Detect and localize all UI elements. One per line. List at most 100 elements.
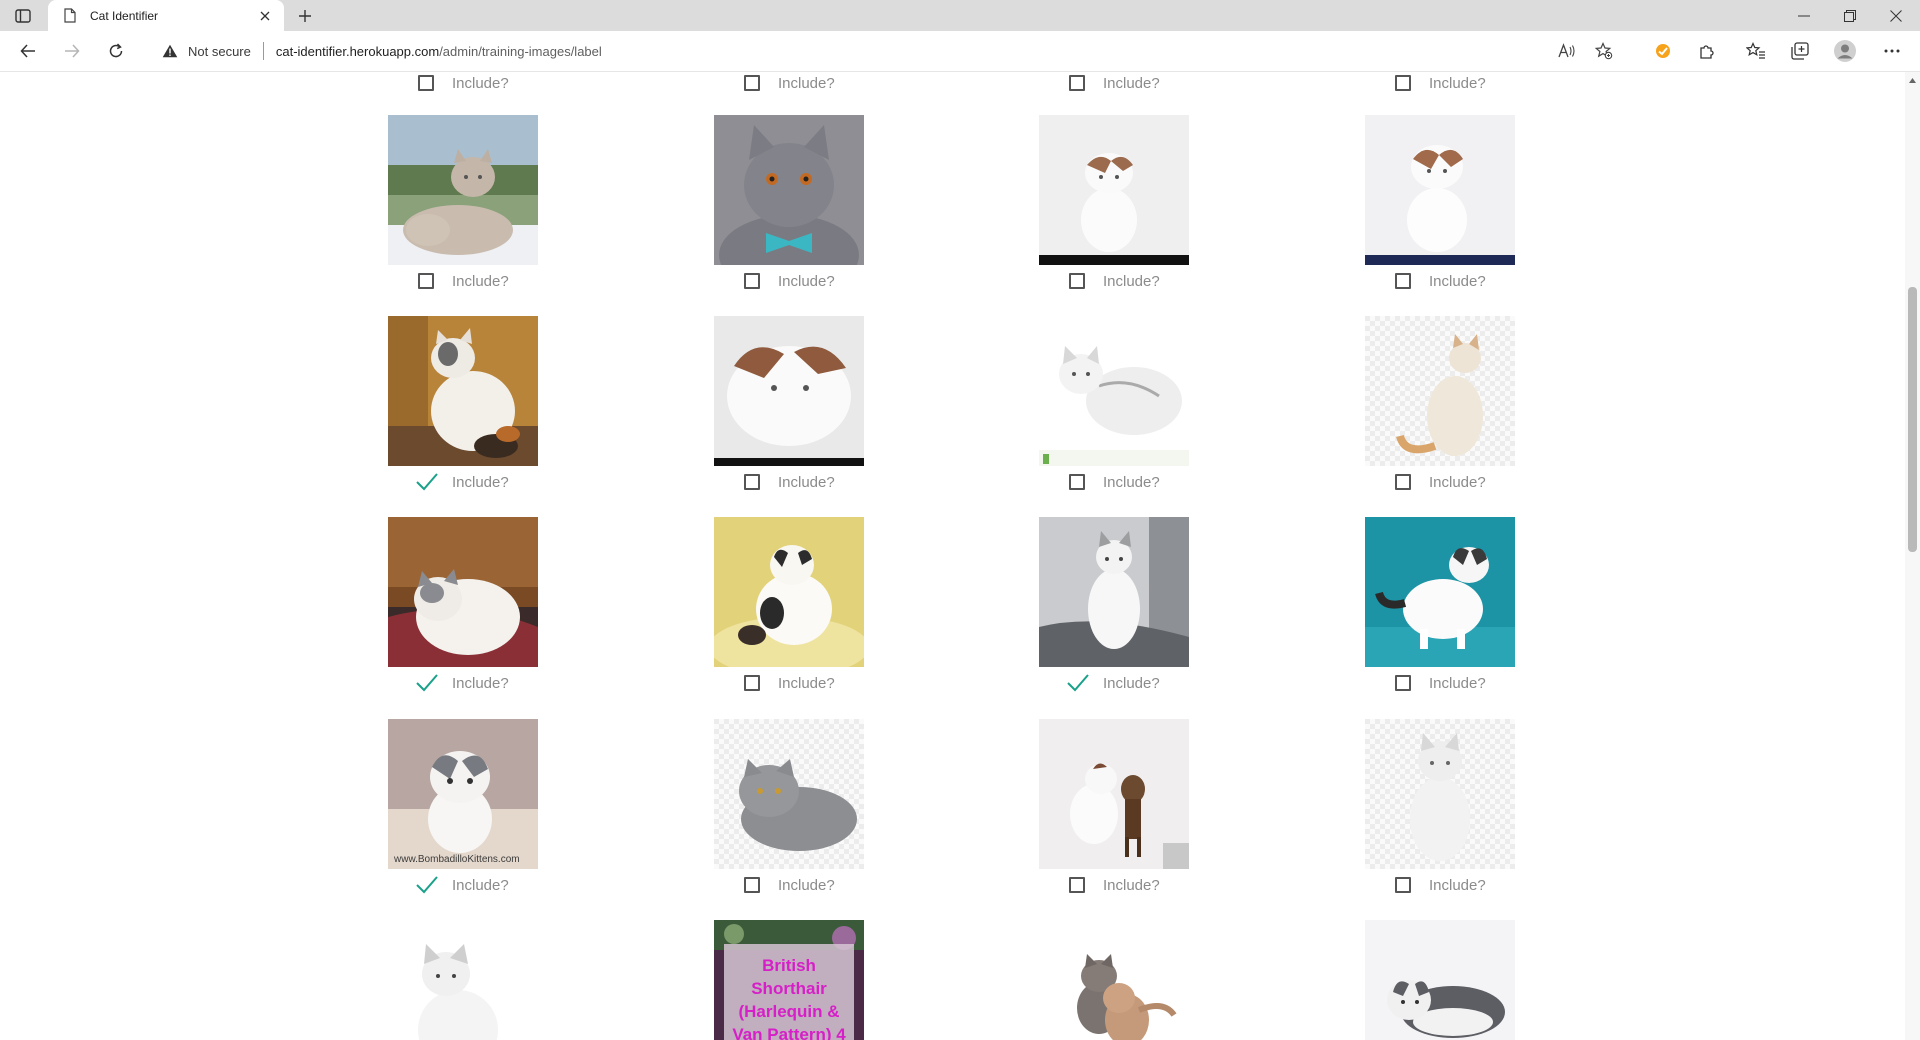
read-aloud-icon[interactable] xyxy=(1558,42,1576,60)
cat-image[interactable] xyxy=(1039,115,1189,265)
vertical-scrollbar[interactable] xyxy=(1905,72,1920,1040)
cat-image[interactable] xyxy=(714,115,864,265)
include-label: Include? xyxy=(452,877,509,894)
back-icon[interactable] xyxy=(14,37,42,65)
include-checkbox[interactable] xyxy=(744,675,760,691)
cat-image[interactable] xyxy=(1365,920,1515,1040)
include-control[interactable]: Include? xyxy=(388,471,538,495)
include-label: Include? xyxy=(1429,474,1486,491)
include-control[interactable]: Include? xyxy=(388,72,538,96)
settings-more-icon[interactable] xyxy=(1878,37,1906,65)
close-window-icon[interactable] xyxy=(1874,0,1918,31)
include-checkbox[interactable] xyxy=(744,75,760,91)
include-checkbox[interactable] xyxy=(744,474,760,490)
image-card: Include? xyxy=(1039,316,1189,491)
refresh-icon[interactable] xyxy=(102,37,130,65)
include-control[interactable]: Include? xyxy=(388,874,538,898)
include-control[interactable]: Include? xyxy=(1039,874,1189,898)
cat-image[interactable] xyxy=(714,316,864,466)
checkmark-icon[interactable] xyxy=(415,471,439,493)
include-checkbox[interactable] xyxy=(744,273,760,289)
image-card: Include? xyxy=(388,316,538,491)
favorites-icon[interactable] xyxy=(1742,37,1770,65)
tab-actions-icon[interactable] xyxy=(12,6,34,26)
include-checkbox[interactable] xyxy=(1395,474,1411,490)
include-checkbox[interactable] xyxy=(1395,877,1411,893)
include-checkbox[interactable] xyxy=(1069,474,1085,490)
tab-title: Cat Identifier xyxy=(90,8,159,23)
scroll-up-icon[interactable] xyxy=(1908,76,1917,85)
include-control[interactable]: Include? xyxy=(1365,72,1515,96)
include-label: Include? xyxy=(778,675,835,692)
include-control[interactable]: Include? xyxy=(1365,471,1515,495)
include-checkbox[interactable] xyxy=(1395,273,1411,289)
warning-icon[interactable] xyxy=(162,42,180,60)
address-bar[interactable]: Not secure cat-identifier.herokuapp.com/… xyxy=(146,35,1626,67)
include-label: Include? xyxy=(1103,877,1160,894)
profile-avatar-icon[interactable] xyxy=(1831,37,1859,65)
cat-image[interactable] xyxy=(1365,115,1515,265)
include-checkbox[interactable] xyxy=(1069,75,1085,91)
page-icon xyxy=(64,8,78,24)
new-tab-icon[interactable] xyxy=(294,5,316,27)
forward-icon[interactable] xyxy=(58,37,86,65)
tab-cat-identifier[interactable]: Cat Identifier xyxy=(48,0,284,31)
image-card: Include? xyxy=(714,517,864,692)
include-label: Include? xyxy=(452,75,509,92)
favorite-star-icon[interactable] xyxy=(1595,42,1613,60)
include-checkbox[interactable] xyxy=(1395,75,1411,91)
include-control[interactable]: Include? xyxy=(1365,672,1515,696)
include-checkbox[interactable] xyxy=(418,75,434,91)
image-card: Include? xyxy=(388,517,538,692)
cat-image[interactable] xyxy=(388,920,538,1040)
include-control[interactable]: Include? xyxy=(1039,72,1189,96)
checkmark-icon[interactable] xyxy=(1066,672,1090,694)
include-control[interactable]: Include? xyxy=(388,672,538,696)
include-control[interactable]: Include? xyxy=(714,270,864,294)
scrollbar-thumb[interactable] xyxy=(1908,287,1917,552)
include-checkbox[interactable] xyxy=(418,273,434,289)
close-tab-icon[interactable] xyxy=(254,5,276,27)
cat-image[interactable] xyxy=(1365,517,1515,667)
cat-image[interactable] xyxy=(714,719,864,869)
security-status[interactable]: Not secure xyxy=(188,44,251,59)
include-control[interactable]: Include? xyxy=(1039,672,1189,696)
include-control[interactable]: Include? xyxy=(714,874,864,898)
tab-strip: Cat Identifier xyxy=(0,0,1920,31)
cat-image[interactable] xyxy=(1039,517,1189,667)
include-control[interactable]: Include? xyxy=(714,471,864,495)
checkmark-icon[interactable] xyxy=(415,672,439,694)
cat-image[interactable] xyxy=(388,115,538,265)
include-control[interactable]: Include? xyxy=(1365,874,1515,898)
include-label: Include? xyxy=(778,273,835,290)
include-checkbox[interactable] xyxy=(1069,273,1085,289)
include-label: Include? xyxy=(778,75,835,92)
cat-image[interactable] xyxy=(388,517,538,667)
cat-image[interactable] xyxy=(1365,316,1515,466)
restore-icon[interactable] xyxy=(1828,0,1872,31)
include-checkbox[interactable] xyxy=(1069,877,1085,893)
include-control[interactable]: Include? xyxy=(388,270,538,294)
extensions-puzzle-icon[interactable] xyxy=(1693,37,1721,65)
checkmark-icon[interactable] xyxy=(415,874,439,896)
minimize-icon[interactable] xyxy=(1782,0,1826,31)
cat-image[interactable] xyxy=(714,517,864,667)
cat-image[interactable] xyxy=(1365,719,1515,869)
cat-image[interactable]: British Shorthair (Harlequin & Van Patte… xyxy=(714,920,864,1040)
url-text[interactable]: cat-identifier.herokuapp.com/admin/train… xyxy=(276,44,602,59)
include-control[interactable]: Include? xyxy=(1039,270,1189,294)
include-control[interactable]: Include? xyxy=(714,672,864,696)
include-control[interactable]: Include? xyxy=(1365,270,1515,294)
collections-icon[interactable] xyxy=(1786,37,1814,65)
include-control[interactable]: Include? xyxy=(1039,471,1189,495)
cat-image[interactable] xyxy=(388,316,538,466)
extension-orange-icon[interactable] xyxy=(1649,37,1677,65)
include-checkbox[interactable] xyxy=(744,877,760,893)
cat-image[interactable]: www.BombadilloKittens.com xyxy=(388,719,538,869)
include-checkbox[interactable] xyxy=(1395,675,1411,691)
include-control[interactable]: Include? xyxy=(714,72,864,96)
include-label: Include? xyxy=(778,877,835,894)
cat-image[interactable] xyxy=(1039,719,1189,869)
cat-image[interactable] xyxy=(1039,920,1189,1040)
cat-image[interactable] xyxy=(1039,316,1189,466)
